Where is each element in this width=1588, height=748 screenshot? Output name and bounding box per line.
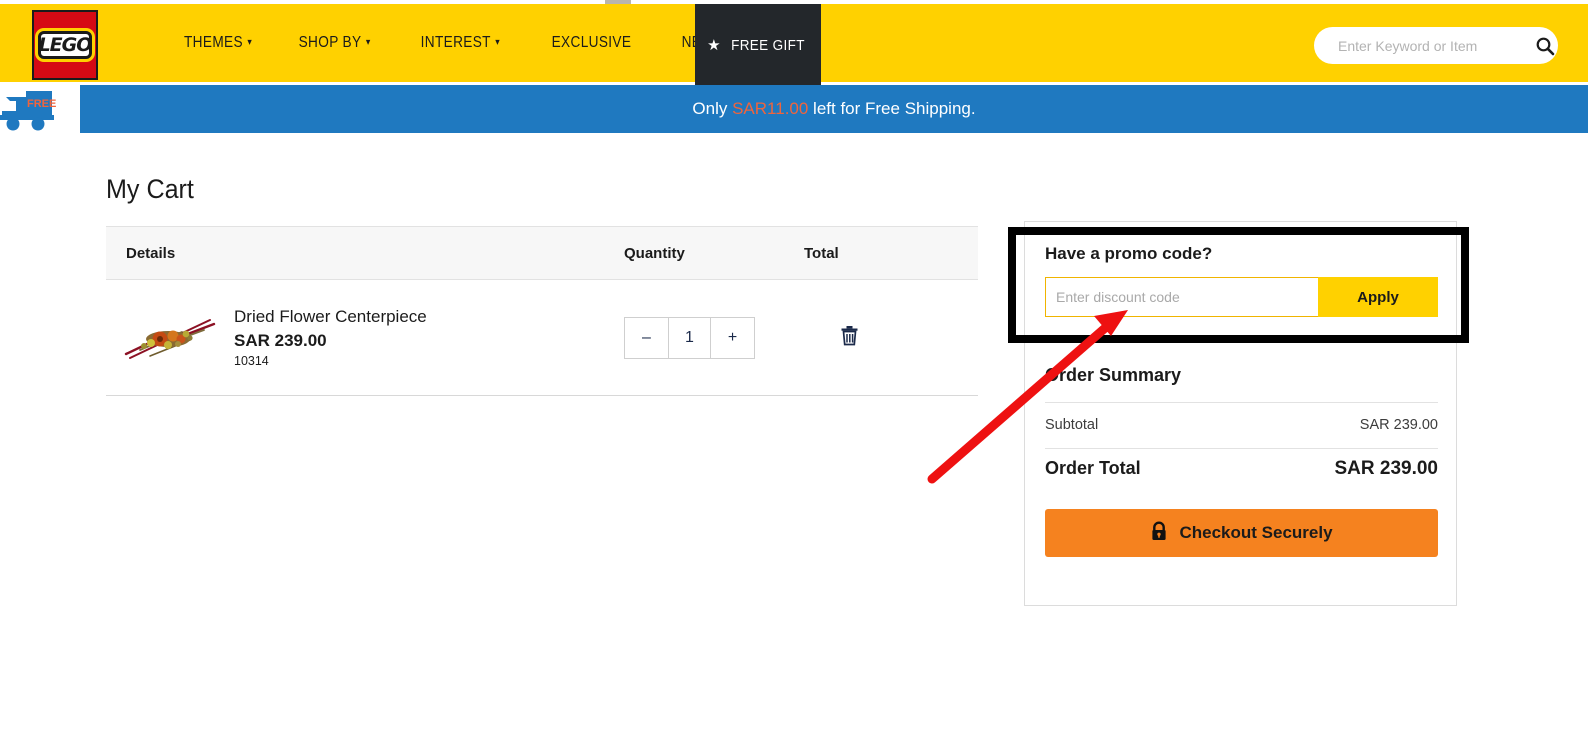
column-header-total: Total <box>804 244 839 262</box>
free-shipping-message: Only SAR11.00 left for Free Shipping. <box>692 99 975 119</box>
quantity-stepper[interactable]: – 1 + <box>624 316 755 359</box>
chevron-down-icon: ▾ <box>495 37 501 48</box>
lego-logo-text: LEGO <box>38 31 92 59</box>
column-header-details: Details <box>126 244 176 262</box>
order-summary-panel: Have a promo code? Apply Order Summary S… <box>1024 221 1457 606</box>
free-gift-label: FREE GIFT <box>731 36 805 54</box>
promo-code-input[interactable] <box>1045 277 1318 317</box>
column-header-quantity: Quantity <box>624 244 685 262</box>
nav-item-free-gift[interactable]: ★ FREE GIFT <box>695 4 821 86</box>
dried-flower-centerpiece-thumbnail[interactable] <box>106 312 234 364</box>
product-sku: 10314 <box>234 354 269 368</box>
checkout-securely-button[interactable]: Checkout Securely <box>1045 509 1438 557</box>
product-name[interactable]: Dried Flower Centerpiece <box>234 307 624 327</box>
page-title: My Cart <box>106 174 194 204</box>
product-info: Dried Flower Centerpiece SAR 239.00 1031… <box>234 307 624 368</box>
order-total-label: Order Total <box>1045 458 1141 478</box>
page-root: LEGO THEMES ▾ SHOP BY ▾ INTEREST ▾ EXCLU… <box>0 0 1588 748</box>
free-shipping-truck-icon: FREE <box>0 85 62 133</box>
shipping-suffix: left for Free Shipping. <box>808 99 976 118</box>
quantity-decrement-button[interactable]: – <box>625 317 668 358</box>
search-input[interactable] <box>1314 37 1531 54</box>
main-navigation: THEMES ▾ SHOP BY ▾ INTEREST ▾ EXCLUSIVE … <box>184 4 742 82</box>
product-price: SAR 239.00 <box>234 331 327 350</box>
search-box[interactable] <box>1314 27 1558 64</box>
remove-item-cell <box>804 325 954 351</box>
search-icon[interactable] <box>1531 36 1558 56</box>
promo-code-row: Apply <box>1045 277 1438 317</box>
star-icon: ★ <box>707 37 721 54</box>
subtotal-label: Subtotal <box>1045 417 1099 433</box>
nav-item-label: INTEREST <box>420 34 492 51</box>
order-summary-title: Order Summary <box>1045 365 1182 385</box>
divider <box>1045 448 1438 449</box>
shipping-amount: SAR11.00 <box>732 99 809 118</box>
table-row: Dried Flower Centerpiece SAR 239.00 1031… <box>106 280 978 396</box>
chevron-down-icon: ▾ <box>247 37 253 48</box>
promo-code-title: Have a promo code? <box>1045 244 1213 263</box>
divider <box>1045 402 1438 403</box>
trash-icon[interactable] <box>840 325 859 351</box>
checkout-label: Checkout Securely <box>1179 523 1333 542</box>
site-header: LEGO THEMES ▾ SHOP BY ▾ INTEREST ▾ EXCLU… <box>0 4 1588 86</box>
quantity-increment-button[interactable]: + <box>711 317 754 358</box>
shipping-prefix: Only <box>692 99 733 118</box>
nav-item-exclusive[interactable]: EXCLUSIVE <box>534 4 649 82</box>
order-total-value: SAR 239.00 <box>1334 458 1438 479</box>
subtotal-row: Subtotal SAR 239.00 <box>1045 417 1438 433</box>
order-total-row: Order Total SAR 239.00 <box>1045 458 1438 480</box>
subtotal-value: SAR 239.00 <box>1359 417 1438 433</box>
nav-item-label: EXCLUSIVE <box>551 34 631 51</box>
lock-icon <box>1150 521 1168 546</box>
cart-table: Details Quantity Total Dried Flower Cent… <box>106 226 978 396</box>
quantity-value[interactable]: 1 <box>668 317 711 358</box>
chevron-down-icon: ▾ <box>366 37 372 48</box>
nav-item-shop-by[interactable]: SHOP BY ▾ <box>281 4 388 82</box>
apply-promo-button[interactable]: Apply <box>1318 277 1438 317</box>
quantity-cell: – 1 + <box>624 316 804 359</box>
svg-text:FREE: FREE <box>27 98 56 110</box>
free-shipping-banner: Only SAR11.00 left for Free Shipping. <box>80 85 1588 133</box>
lego-logo[interactable]: LEGO <box>32 10 98 80</box>
nav-item-label: THEMES <box>184 34 243 51</box>
nav-item-themes[interactable]: THEMES ▾ <box>184 4 270 82</box>
nav-item-label: SHOP BY <box>299 34 362 51</box>
nav-item-interest[interactable]: INTEREST ▾ <box>403 4 518 82</box>
cart-table-header: Details Quantity Total <box>106 226 978 280</box>
